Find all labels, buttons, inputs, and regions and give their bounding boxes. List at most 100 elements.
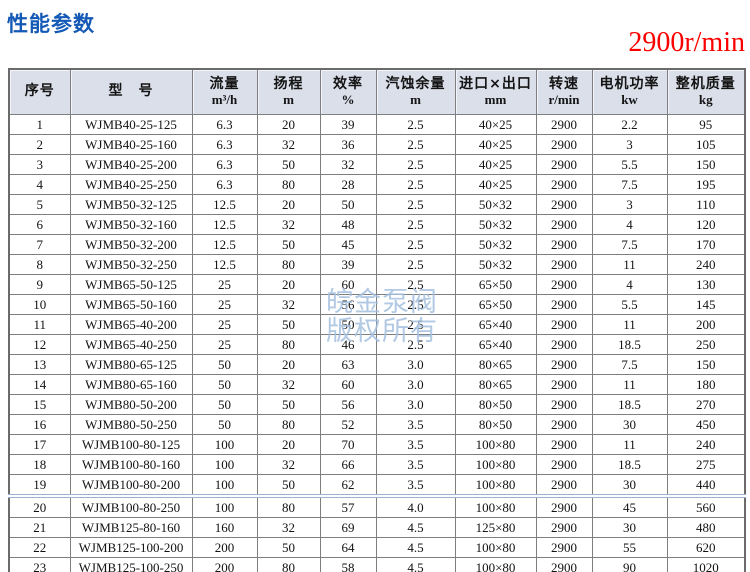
cell-efficiency: 60 xyxy=(320,275,376,295)
cell-weight: 240 xyxy=(667,435,745,455)
cell-flow: 6.3 xyxy=(192,155,257,175)
table-row: 21WJMB125-80-16016032694.5125×8029003048… xyxy=(9,518,745,538)
cell-weight: 105 xyxy=(667,135,745,155)
column-header-weight: 整机质量kg xyxy=(667,69,745,115)
cell-power: 90 xyxy=(592,558,667,572)
cell-flow: 25 xyxy=(192,315,257,335)
column-header-index: 序号 xyxy=(9,69,70,115)
cell-flow: 50 xyxy=(192,415,257,435)
cell-speed: 2900 xyxy=(536,395,592,415)
cell-ports: 80×65 xyxy=(455,375,536,395)
cell-speed: 2900 xyxy=(536,255,592,275)
cell-speed: 2900 xyxy=(536,155,592,175)
cell-index: 9 xyxy=(9,275,70,295)
cell-model: WJMB50-32-160 xyxy=(70,215,192,235)
cell-power: 7.5 xyxy=(592,355,667,375)
column-label: 进口×出口 xyxy=(456,76,536,94)
column-unit: m xyxy=(377,93,455,108)
table-row: 10WJMB65-50-1602532562.565×5029005.5145 xyxy=(9,295,745,315)
cell-speed: 2900 xyxy=(536,235,592,255)
cell-speed: 2900 xyxy=(536,518,592,538)
cell-ports: 65×50 xyxy=(455,275,536,295)
cell-head: 50 xyxy=(257,235,320,255)
cell-head: 32 xyxy=(257,215,320,235)
cell-power: 30 xyxy=(592,518,667,538)
cell-weight: 170 xyxy=(667,235,745,255)
cell-weight: 180 xyxy=(667,375,745,395)
cell-model: WJMB125-100-250 xyxy=(70,558,192,572)
column-header-model: 型 号 xyxy=(70,69,192,115)
cell-power: 11 xyxy=(592,375,667,395)
cell-flow: 50 xyxy=(192,395,257,415)
cell-head: 50 xyxy=(257,315,320,335)
cell-flow: 6.3 xyxy=(192,115,257,135)
cell-flow: 100 xyxy=(192,496,257,518)
cell-model: WJMB65-40-200 xyxy=(70,315,192,335)
cell-power: 4 xyxy=(592,215,667,235)
cell-head: 50 xyxy=(257,538,320,558)
column-header-speed: 转速r/min xyxy=(536,69,592,115)
cell-head: 80 xyxy=(257,415,320,435)
table-row: 20WJMB100-80-25010080574.0100×8029004556… xyxy=(9,496,745,518)
cell-head: 50 xyxy=(257,155,320,175)
cell-weight: 450 xyxy=(667,415,745,435)
cell-ports: 40×25 xyxy=(455,175,536,195)
cell-npsh: 4.5 xyxy=(376,518,455,538)
cell-model: WJMB50-32-250 xyxy=(70,255,192,275)
cell-power: 11 xyxy=(592,315,667,335)
cell-head: 20 xyxy=(257,115,320,135)
cell-ports: 40×25 xyxy=(455,135,536,155)
column-unit: r/min xyxy=(537,93,592,108)
cell-npsh: 2.5 xyxy=(376,315,455,335)
cell-power: 11 xyxy=(592,255,667,275)
cell-head: 80 xyxy=(257,175,320,195)
column-unit: kg xyxy=(668,93,745,108)
cell-power: 3 xyxy=(592,135,667,155)
cell-efficiency: 70 xyxy=(320,435,376,455)
cell-weight: 150 xyxy=(667,355,745,375)
cell-power: 18.5 xyxy=(592,455,667,475)
cell-npsh: 2.5 xyxy=(376,215,455,235)
column-label: 流量 xyxy=(193,76,257,94)
column-label: 扬程 xyxy=(258,76,320,94)
cell-npsh: 4.0 xyxy=(376,496,455,518)
cell-index: 10 xyxy=(9,295,70,315)
spec-sheet: 性能参数 2900r/min 序号型 号流量m³/h扬程m效率%汽蚀余量m进口×… xyxy=(0,0,750,572)
cell-power: 4 xyxy=(592,275,667,295)
column-label: 序号 xyxy=(10,83,70,101)
cell-npsh: 4.5 xyxy=(376,558,455,572)
cell-power: 3 xyxy=(592,195,667,215)
table-row: 16WJMB80-50-2505080523.580×50290030450 xyxy=(9,415,745,435)
cell-power: 18.5 xyxy=(592,395,667,415)
cell-power: 30 xyxy=(592,475,667,497)
cell-weight: 240 xyxy=(667,255,745,275)
column-unit: mm xyxy=(456,93,536,108)
table-row: 19WJMB100-80-20010050623.5100×8029003044… xyxy=(9,475,745,497)
column-label: 效率 xyxy=(321,76,376,94)
cell-power: 30 xyxy=(592,415,667,435)
column-header-power: 电机功率kw xyxy=(592,69,667,115)
cell-efficiency: 56 xyxy=(320,295,376,315)
cell-head: 32 xyxy=(257,518,320,538)
cell-efficiency: 50 xyxy=(320,195,376,215)
cell-flow: 12.5 xyxy=(192,235,257,255)
cell-index: 11 xyxy=(9,315,70,335)
cell-head: 20 xyxy=(257,355,320,375)
cell-model: WJMB65-50-125 xyxy=(70,275,192,295)
cell-index: 23 xyxy=(9,558,70,572)
cell-npsh: 4.5 xyxy=(376,538,455,558)
cell-efficiency: 36 xyxy=(320,135,376,155)
cell-model: WJMB80-50-250 xyxy=(70,415,192,435)
cell-model: WJMB125-80-160 xyxy=(70,518,192,538)
cell-npsh: 2.5 xyxy=(376,195,455,215)
cell-speed: 2900 xyxy=(536,435,592,455)
cell-power: 7.5 xyxy=(592,235,667,255)
rated-speed-label: 2900r/min xyxy=(628,27,745,59)
column-unit: kw xyxy=(593,93,667,108)
cell-npsh: 2.5 xyxy=(376,235,455,255)
cell-head: 80 xyxy=(257,335,320,355)
cell-efficiency: 48 xyxy=(320,215,376,235)
cell-efficiency: 66 xyxy=(320,455,376,475)
cell-speed: 2900 xyxy=(536,475,592,497)
cell-index: 16 xyxy=(9,415,70,435)
